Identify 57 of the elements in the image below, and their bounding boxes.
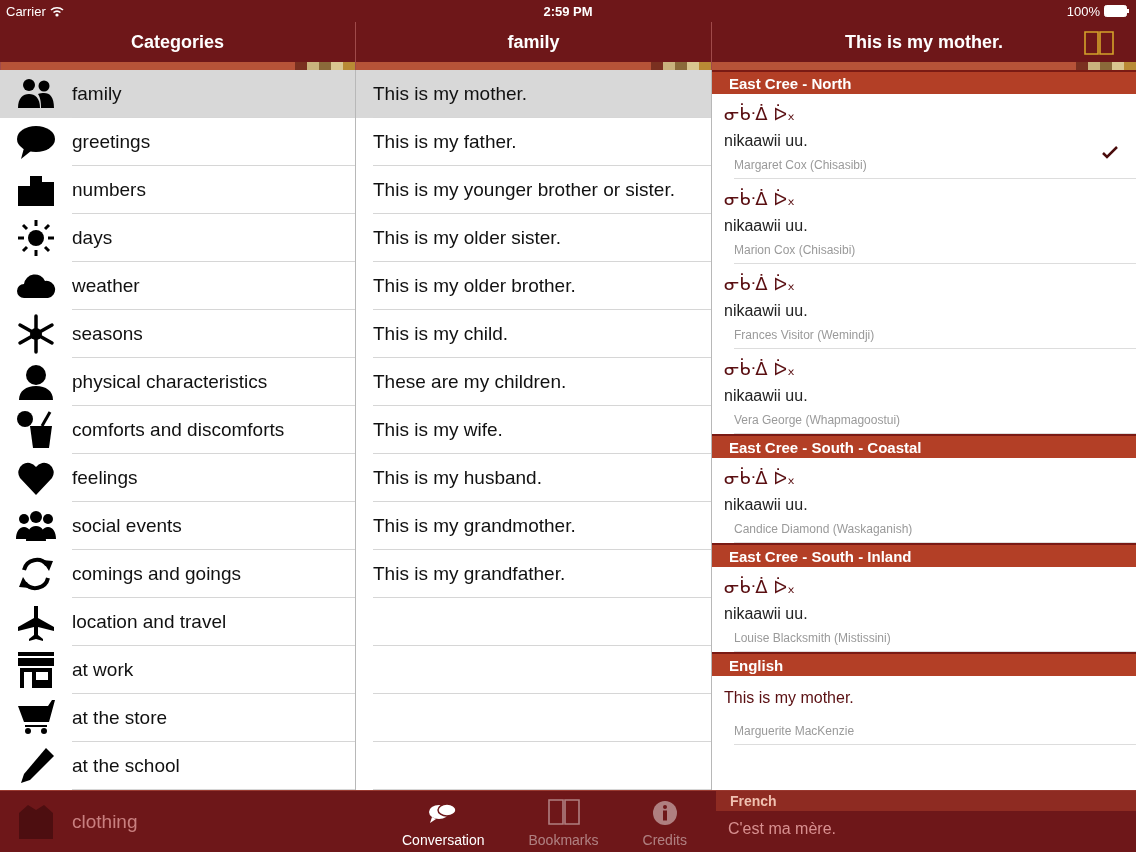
checkmark-icon <box>1102 146 1118 159</box>
section-header: French <box>716 791 1136 811</box>
recording-entry[interactable]: ᓂᑳᐧᐄ ᐆ᙮ nikaawii uu. Marion Cox (Chisasibi) <box>712 179 1136 264</box>
phrase-title: This is my mother. <box>844 31 1003 53</box>
carrier-label: Carrier <box>6 3 46 19</box>
romanized-text: nikaawii uu. <box>724 302 808 320</box>
speaker-name: Vera George (Whapmagoostui) <box>734 413 901 427</box>
syllabics-text: ᓂᑳᐧᐄ ᐆ᙮ <box>724 357 796 379</box>
translation-text: This is my mother. <box>724 689 854 707</box>
sun-icon <box>16 218 56 258</box>
info-icon <box>651 800 678 826</box>
syllabics-text: ᓂᑳᐧᐄ ᐆ᙮ <box>724 102 796 124</box>
woman-silhouette-icon <box>16 362 56 402</box>
pattern-drawing <box>1076 62 1136 70</box>
phrase-item[interactable]: This is my mother. <box>356 70 711 118</box>
tab-item[interactable]: Credits <box>642 791 687 852</box>
wifi-icon <box>49 5 64 17</box>
clock-time: 2:59 PM <box>543 3 593 19</box>
translation-text: C'est ma mère. <box>728 820 836 838</box>
speaker-name: Louise Blacksmith (Mistissini) <box>734 631 891 645</box>
tab-item[interactable]: Conversation <box>402 791 485 852</box>
recording-entry[interactable]: ᓂᑳᐧᐄ ᐆ᙮ nikaawii uu. Frances Visitor (Wemindji) <box>712 264 1136 349</box>
pattern-drawing <box>651 62 711 70</box>
category-item[interactable]: family <box>0 70 355 118</box>
romanized-text: nikaawii uu. <box>724 387 808 405</box>
section-header: East Cree - South - Coastal <box>712 434 1136 458</box>
recording-entry[interactable]: C'est ma mère. <box>716 811 1136 847</box>
book-icon[interactable] <box>1084 30 1114 56</box>
pattern-drawing <box>295 62 355 70</box>
categories-title: Categories <box>130 31 224 53</box>
book-icon <box>547 798 580 826</box>
romanized-text: nikaawii uu. <box>724 217 808 235</box>
speaker-name: Marguerite MacKenzie <box>734 724 855 738</box>
romanized-text: nikaawii uu. <box>724 605 808 623</box>
syllabics-text: ᓂᑳᐧᐄ ᐆ᙮ <box>724 466 796 488</box>
storefront-icon <box>16 650 56 690</box>
section-header: East Cree - North <box>712 70 1136 94</box>
snowflake-icon <box>16 314 56 354</box>
speaker-name: Margaret Cox (Chisasibi) <box>734 158 867 172</box>
syllabics-text: ᓂᑳᐧᐄ ᐆ᙮ <box>724 272 796 294</box>
recording-entry[interactable]: This is my mother. Marguerite MacKenzie <box>712 676 1136 745</box>
speaker-name: Candice Diamond (Waskaganish) <box>734 522 913 536</box>
syllabics-text: ᓂᑳᐧᐄ ᐆ᙮ <box>724 575 796 597</box>
speaker-name: Marion Cox (Chisasibi) <box>734 243 856 257</box>
section-header: English <box>712 652 1136 676</box>
section-header: East Cree - South - Inland <box>712 543 1136 567</box>
romanized-text: nikaawii uu. <box>724 132 808 150</box>
romanized-text: nikaawii uu. <box>724 496 808 514</box>
tab-item[interactable]: Bookmarks <box>528 791 599 852</box>
battery-percent: 100% <box>1066 3 1100 19</box>
speaker-name: Frances Visitor (Wemindji) <box>734 328 875 342</box>
phrases-title: family <box>507 31 560 53</box>
recording-entry[interactable]: ᓂᑳᐧᐄ ᐆ᙮ nikaawii uu. Margaret Cox (Chisasibi) <box>712 94 1136 179</box>
chat-bubbles-icon <box>428 802 459 826</box>
syllabics-text: ᓂᑳᐧᐄ ᐆ᙮ <box>724 187 796 209</box>
battery-icon <box>1104 5 1130 17</box>
category-item[interactable]: clothing <box>0 791 356 852</box>
